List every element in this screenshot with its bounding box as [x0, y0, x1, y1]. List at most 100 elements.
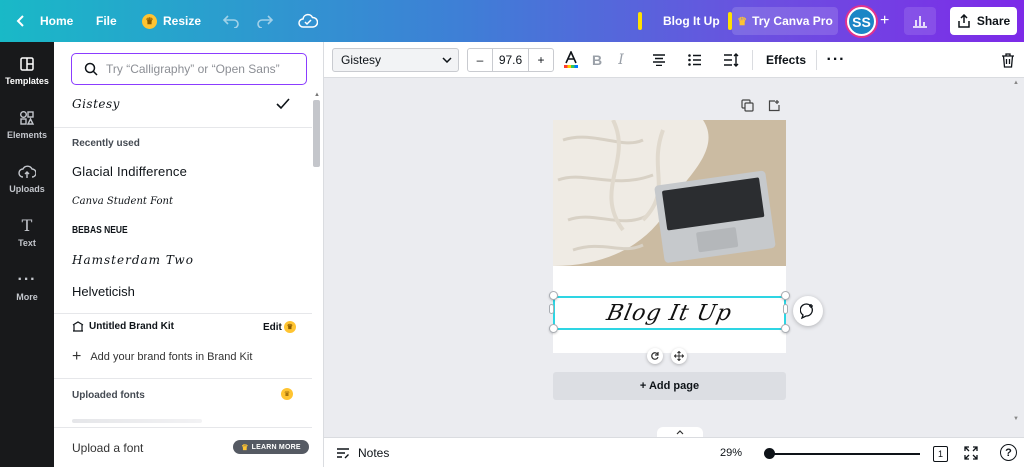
help-icon: ? [1005, 446, 1012, 459]
help-button[interactable]: ? [1000, 444, 1017, 461]
resize-handle-top-left[interactable] [549, 291, 558, 300]
resize-handle-right[interactable] [783, 304, 788, 314]
page-tools [741, 99, 781, 112]
font-panel: Gistesy Recently used Glacial Indifferen… [54, 42, 324, 467]
text-icon: T [21, 216, 33, 235]
decrease-size-button[interactable]: – [468, 49, 492, 71]
resize-handle-top-right[interactable] [781, 291, 790, 300]
learn-more-button[interactable]: ♛ LEARN MORE [233, 440, 309, 454]
notes-button[interactable]: Notes [336, 446, 389, 460]
crown-icon: ♛ [281, 388, 293, 400]
font-size-stepper: – 97.6 + [467, 48, 554, 72]
avatar[interactable]: SS [847, 7, 876, 36]
scroll-up-arrow[interactable]: ▲ [1013, 80, 1019, 86]
canvas-scrollbar[interactable]: ▲ ▼ [1012, 78, 1022, 427]
divider [54, 378, 312, 379]
try-canva-pro-button[interactable]: ♛ Try Canva Pro [732, 7, 838, 35]
delete-button[interactable] [1000, 48, 1016, 72]
align-button[interactable] [650, 48, 668, 72]
current-font[interactable]: Gistesy [72, 97, 120, 111]
rail-elements[interactable]: Elements [0, 110, 54, 140]
resize-handle-bottom-right[interactable] [781, 324, 790, 333]
list-icon [688, 54, 701, 66]
uploaded-fonts-heading: Uploaded fonts [72, 390, 145, 401]
font-item-glacial-indifference[interactable]: Glacial Indifference [72, 164, 187, 179]
redo-button[interactable] [256, 0, 274, 42]
cloud-check-icon [298, 13, 318, 28]
scroll-down-arrow[interactable]: ▼ [1013, 416, 1019, 422]
design-page[interactable]: Blog It Up [553, 120, 786, 353]
canvas-area: Blog It Up + Add page ▲ ▼ [324, 78, 1024, 427]
font-family-select[interactable]: Gistesy [332, 48, 459, 72]
top-bar: Home File ♛ Resize Blog It Up ♛ Try Canv… [0, 0, 1024, 42]
font-item-canva-student[interactable]: Canva Student Font [72, 196, 173, 207]
font-search[interactable] [71, 53, 307, 85]
recently-used-heading: Recently used [72, 138, 140, 149]
duplicate-page-icon[interactable] [741, 99, 754, 112]
crown-icon: ♛ [241, 442, 249, 452]
font-item-hamsterdam-two[interactable]: Hamsterdam Two [72, 253, 194, 267]
bold-button[interactable]: B [590, 48, 604, 72]
cloud-save-status[interactable] [298, 0, 318, 42]
page-count-button[interactable]: 1 [933, 446, 948, 462]
insights-button[interactable] [904, 7, 936, 35]
bar-chart-icon [913, 16, 927, 28]
selected-text-box[interactable]: Blog It Up [553, 296, 786, 330]
resize-handle-bottom-left[interactable] [549, 324, 558, 333]
plus-icon: + [537, 53, 545, 67]
panel-scrollbar[interactable]: ▲ [312, 92, 322, 467]
brand-kit-heading: Untitled Brand Kit [72, 321, 174, 332]
add-page-button[interactable]: + Add page [553, 372, 786, 400]
font-item-bebas-neue[interactable]: BEBAS NEUE [72, 225, 128, 236]
text-color-button[interactable] [562, 48, 580, 72]
upload-font-link[interactable]: Upload a font [72, 441, 143, 455]
resize-button[interactable]: ♛ Resize [142, 0, 201, 42]
align-center-icon [653, 54, 665, 66]
undo-button[interactable] [222, 0, 240, 42]
spacing-button[interactable] [722, 48, 740, 72]
add-comment-button[interactable] [793, 296, 823, 326]
rail-uploads[interactable]: Uploads [0, 164, 54, 194]
effects-button[interactable]: Effects [766, 48, 806, 72]
collapse-strip [324, 427, 1024, 437]
list-button[interactable] [686, 48, 704, 72]
add-collaborator-button[interactable]: + [880, 0, 889, 42]
document-title[interactable]: Blog It Up [663, 0, 720, 42]
rail-text[interactable]: T Text [0, 216, 54, 249]
expand-icon [964, 446, 978, 460]
zoom-slider-knob[interactable] [764, 448, 775, 459]
templates-icon [20, 57, 34, 71]
add-brand-fonts-link[interactable]: + Add your brand fonts in Brand Kit [72, 349, 252, 365]
font-item-helveticish[interactable]: Helveticish [72, 284, 135, 299]
resize-handle-left[interactable] [549, 304, 554, 314]
increase-size-button[interactable]: + [529, 49, 553, 71]
rotate-handle[interactable] [647, 348, 663, 364]
rail-templates[interactable]: Templates [0, 48, 54, 104]
divider [54, 127, 312, 128]
move-handle[interactable] [671, 348, 687, 364]
rail-more[interactable]: ··· More [0, 271, 54, 303]
add-page-icon[interactable] [768, 99, 781, 112]
show-pages-toggle[interactable] [657, 427, 703, 437]
crown-icon: ♛ [737, 15, 748, 28]
home-button[interactable]: Home [16, 0, 73, 42]
line-spacing-icon [724, 53, 739, 67]
editor-toolbar: Gistesy – 97.6 + B I Effects ··· [324, 42, 1024, 78]
share-button[interactable]: Share [950, 7, 1017, 35]
zoom-slider-track[interactable] [770, 453, 920, 455]
file-menu[interactable]: File [96, 0, 117, 42]
font-search-input[interactable] [106, 62, 296, 76]
scroll-thumb[interactable] [313, 100, 320, 167]
italic-button[interactable]: I [614, 48, 628, 72]
more-options-button[interactable]: ··· [827, 48, 845, 72]
fullscreen-button[interactable] [964, 446, 978, 463]
more-dots-icon: ··· [17, 271, 37, 288]
laptop-blanket-photo[interactable] [553, 120, 786, 266]
comment-add-icon [800, 303, 813, 319]
zoom-level[interactable]: 29% [720, 447, 742, 459]
scroll-up-arrow[interactable]: ▲ [314, 92, 320, 98]
font-size-input[interactable]: 97.6 [492, 49, 529, 71]
brand-kit-edit-link[interactable]: Edit ♛ [263, 321, 296, 333]
rotate-icon [651, 352, 659, 360]
divider [54, 313, 312, 314]
